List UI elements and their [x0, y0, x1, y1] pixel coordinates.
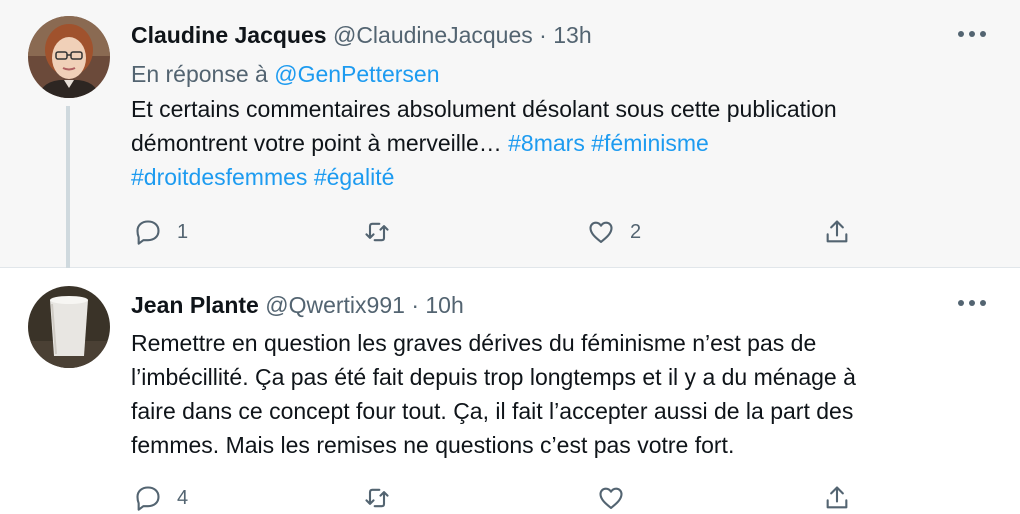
reply-count: 1: [177, 220, 189, 243]
more-options-button[interactable]: [954, 24, 990, 44]
tweet-content: Claudine Jacques @ClaudineJacques · 13h …: [131, 20, 980, 194]
more-horizontal-icon: [958, 300, 986, 306]
reply-icon: [136, 220, 160, 245]
more-options-button[interactable]: [954, 293, 990, 313]
like-button[interactable]: 2: [587, 218, 641, 246]
author-handle[interactable]: @Qwertix991: [265, 292, 405, 318]
tweet-text-fragment: démontrent votre point à merveille…: [131, 130, 509, 156]
like-button[interactable]: [597, 484, 625, 512]
tweet-content: Jean Plante @Qwertix991 · 10h Remettre e…: [131, 290, 980, 462]
author-handle[interactable]: @ClaudineJacques: [333, 22, 533, 48]
tweet-text-line: démontrent votre point à merveille… #8ma…: [131, 126, 980, 160]
tweet-text: Et certains commentaires absolument déso…: [131, 92, 980, 194]
thread-line: [66, 106, 70, 269]
hashtag-feminisme[interactable]: #féminisme: [591, 130, 709, 156]
timestamp[interactable]: 13h: [553, 22, 591, 48]
author-name[interactable]: Claudine Jacques: [131, 22, 327, 48]
tweet-text-line: femmes. Mais les remises ne questions c’…: [131, 432, 735, 458]
tweet-text-line: #droitdesfemmes #égalité: [131, 160, 980, 194]
timestamp[interactable]: 10h: [425, 292, 463, 318]
avatar[interactable]: [28, 16, 110, 98]
share-icon: [826, 486, 848, 509]
retweet-button[interactable]: [363, 218, 391, 246]
reply-button[interactable]: 4: [134, 484, 188, 512]
reply-button[interactable]: 1: [134, 218, 188, 246]
share-icon: [826, 220, 848, 243]
share-button[interactable]: [823, 484, 851, 512]
tweet-text: Remettre en question les graves dérives …: [131, 326, 980, 462]
avatar-white-cup-icon: [28, 286, 110, 368]
separator-dot: ·: [539, 22, 547, 48]
heart-icon: [589, 221, 613, 243]
avatar[interactable]: [28, 286, 110, 368]
tweet-text-line: Et certains commentaires absolument déso…: [131, 96, 837, 122]
tweet-header: Jean Plante @Qwertix991 · 10h: [131, 290, 980, 320]
share-button[interactable]: [823, 218, 851, 246]
avatar-woman-glasses-icon: [28, 16, 110, 98]
retweet-button[interactable]: [363, 484, 391, 512]
more-horizontal-icon: [958, 31, 986, 37]
tweet-text-line: l’imbécillité. Ça pas été fait depuis tr…: [131, 364, 856, 390]
hashtag-8mars[interactable]: #8mars: [508, 130, 585, 156]
tweet-header: Claudine Jacques @ClaudineJacques · 13h: [131, 20, 980, 50]
hashtag-egalite[interactable]: #égalité: [314, 164, 395, 190]
reply-prefix: En réponse à: [131, 61, 268, 87]
tweet-text-line: Remettre en question les graves dérives …: [131, 330, 817, 356]
hashtag-droitdesfemmes[interactable]: #droitdesfemmes: [131, 164, 307, 190]
reply-context: En réponse à @GenPettersen: [131, 59, 980, 89]
author-name[interactable]: Jean Plante: [131, 292, 259, 318]
heart-icon: [599, 487, 623, 509]
separator-dot: ·: [411, 292, 419, 318]
reply-to-mention[interactable]: @GenPettersen: [274, 61, 439, 87]
reply-count: 4: [177, 486, 189, 509]
retweet-icon: [365, 488, 389, 508]
tweet-text-line: faire dans ce concept four tout. Ça, il …: [131, 398, 854, 424]
retweet-icon: [365, 222, 389, 242]
reply-icon: [136, 486, 160, 511]
like-count: 2: [630, 220, 642, 243]
